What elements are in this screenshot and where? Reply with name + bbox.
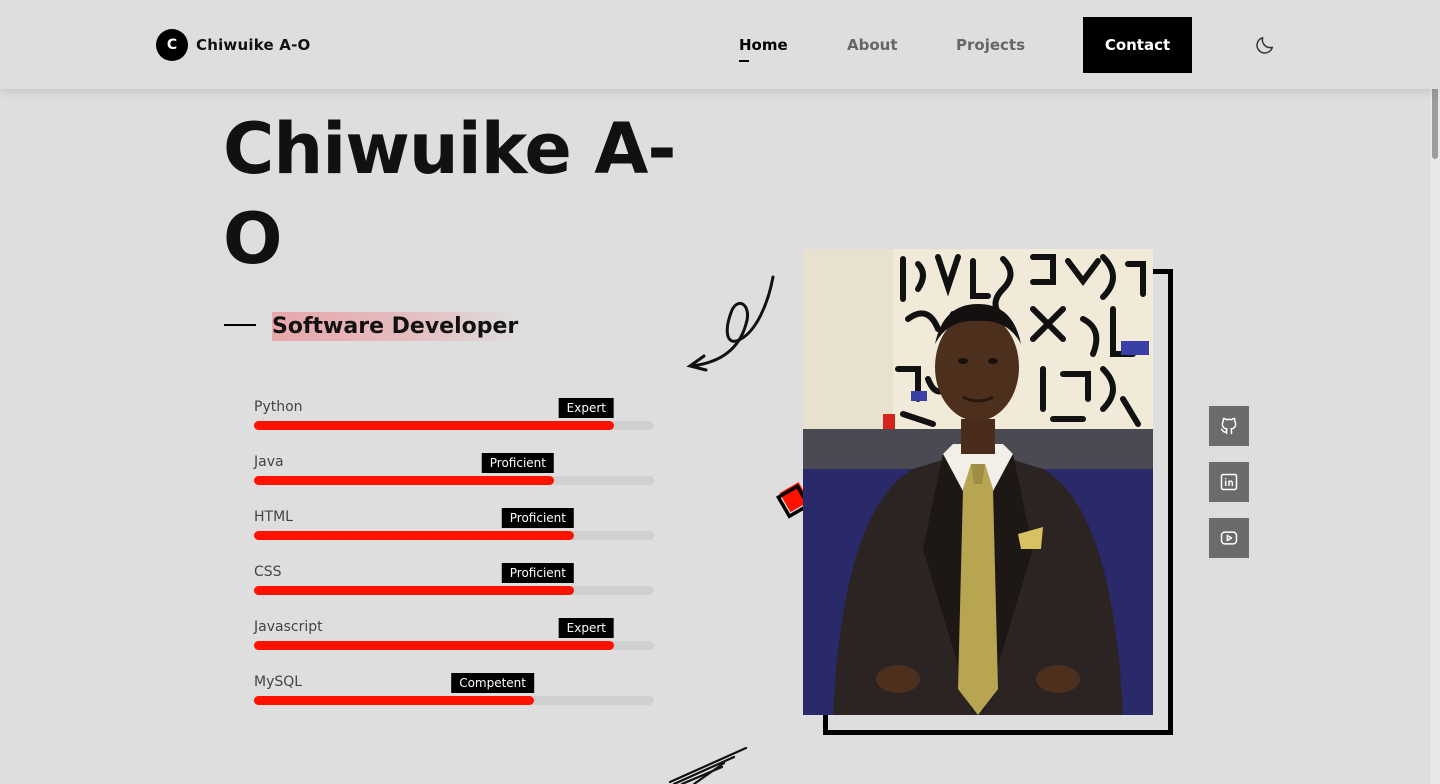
- logo-badge: C: [156, 29, 188, 61]
- github-link[interactable]: [1209, 406, 1249, 446]
- youtube-icon: [1220, 531, 1238, 545]
- nav-projects[interactable]: Projects: [956, 36, 1025, 54]
- curly-arrow-icon: [686, 275, 775, 372]
- skill-bar-fill: [254, 476, 554, 485]
- skill-level-badge: Competent: [451, 673, 534, 693]
- profile-photo: [803, 249, 1153, 715]
- skill-name: MySQL: [254, 674, 303, 690]
- logo[interactable]: C Chiwuike A-O: [156, 29, 310, 61]
- skill-bar-track: [254, 696, 654, 705]
- skill-bar-fill: [254, 641, 614, 650]
- skill-bar-track: [254, 421, 654, 430]
- skill-row: HTML Proficient: [254, 508, 654, 549]
- contact-button[interactable]: Contact: [1083, 17, 1192, 73]
- skill-row: MySQL Competent: [254, 673, 654, 714]
- moon-icon[interactable]: [1254, 34, 1276, 56]
- photo-frame-edge: [823, 730, 1173, 735]
- skill-row: CSS Proficient: [254, 563, 654, 604]
- skill-row: Javascript Expert: [254, 618, 654, 659]
- photo-frame-edge: [1168, 269, 1173, 735]
- logo-text: Chiwuike A-O: [196, 36, 311, 54]
- skill-row: Java Proficient: [254, 453, 654, 494]
- skill-name: CSS: [254, 564, 282, 580]
- skill-level-badge: Proficient: [481, 453, 554, 473]
- skill-name: Python: [254, 399, 303, 415]
- skill-bar-track: [254, 476, 654, 485]
- page-scrollbar[interactable]: [1430, 0, 1440, 784]
- skill-bar-fill: [254, 531, 574, 540]
- skill-bar-track: [254, 586, 654, 595]
- photo-frame-edge: [823, 715, 828, 735]
- github-icon: [1220, 417, 1237, 435]
- skill-name: Javascript: [254, 619, 323, 635]
- role-dash: [224, 324, 256, 326]
- active-nav-indicator: [739, 60, 749, 62]
- skill-bar-track: [254, 641, 654, 650]
- youtube-link[interactable]: [1209, 518, 1249, 558]
- linkedin-link[interactable]: [1209, 462, 1249, 502]
- skill-bar-track: [254, 531, 654, 540]
- site-header: C Chiwuike A-O Home About Projects Conta…: [0, 0, 1440, 89]
- nav-about[interactable]: About: [847, 36, 898, 54]
- role-title: Software Developer: [272, 312, 522, 341]
- skill-level-badge: Proficient: [501, 508, 574, 528]
- nav-home[interactable]: Home: [739, 36, 788, 62]
- skill-level-badge: Proficient: [501, 563, 574, 583]
- skill-bar-fill: [254, 586, 574, 595]
- skill-name: Java: [254, 454, 284, 470]
- skill-bar-fill: [254, 421, 614, 430]
- skill-level-badge: Expert: [558, 618, 614, 638]
- hero-name: Chiwuike A-O: [223, 108, 676, 280]
- scribble-icon: [668, 746, 748, 784]
- linkedin-icon: [1220, 473, 1238, 491]
- nav-home-label: Home: [739, 36, 788, 54]
- skill-level-badge: Expert: [558, 398, 614, 418]
- skill-name: HTML: [254, 509, 293, 525]
- skill-row: Python Expert: [254, 398, 654, 439]
- skill-bar-fill: [254, 696, 534, 705]
